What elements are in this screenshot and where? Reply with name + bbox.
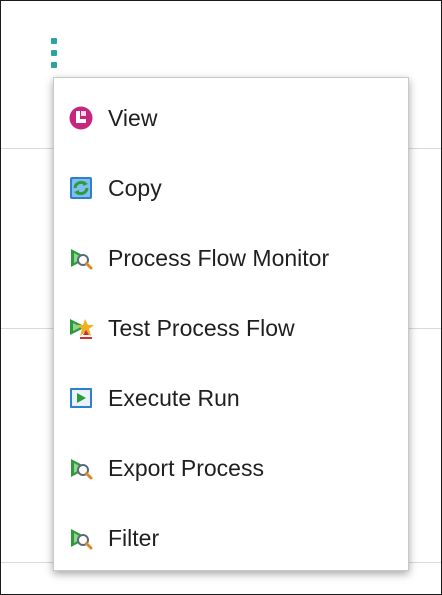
menu-item-view[interactable]: View [54,88,408,148]
kebab-dot [51,62,57,68]
kebab-dot [51,38,57,44]
menu-item-label: Execute Run [108,384,240,411]
menu-item-label: View [108,104,158,131]
menu-item-copy[interactable]: Copy [54,158,408,218]
kebab-dot [51,50,57,56]
process-monitor-icon [68,245,94,271]
more-actions-kebab-icon[interactable] [48,36,60,70]
menu-item-execute-run[interactable]: Execute Run [54,368,408,428]
menu-item-label: Copy [108,174,162,201]
menu-item-filter[interactable]: Filter [54,508,408,568]
menu-item-export-process[interactable]: Export Process [54,438,408,498]
menu-item-label: Filter [108,524,160,551]
export-process-icon [68,455,94,481]
copy-icon [68,175,94,201]
menu-item-process-flow-monitor[interactable]: Process Flow Monitor [54,228,408,288]
test-process-icon [68,315,94,341]
menu-item-label: Test Process Flow [108,314,295,341]
menu-item-label: Process Flow Monitor [108,244,330,271]
view-icon [68,105,94,131]
filter-icon [68,525,94,551]
execute-run-icon [68,385,94,411]
menu-item-label: Export Process [108,454,264,481]
menu-item-test-process-flow[interactable]: Test Process Flow [54,298,408,358]
context-menu: View Copy Process Flow Monitor Test Proc… [53,77,409,571]
